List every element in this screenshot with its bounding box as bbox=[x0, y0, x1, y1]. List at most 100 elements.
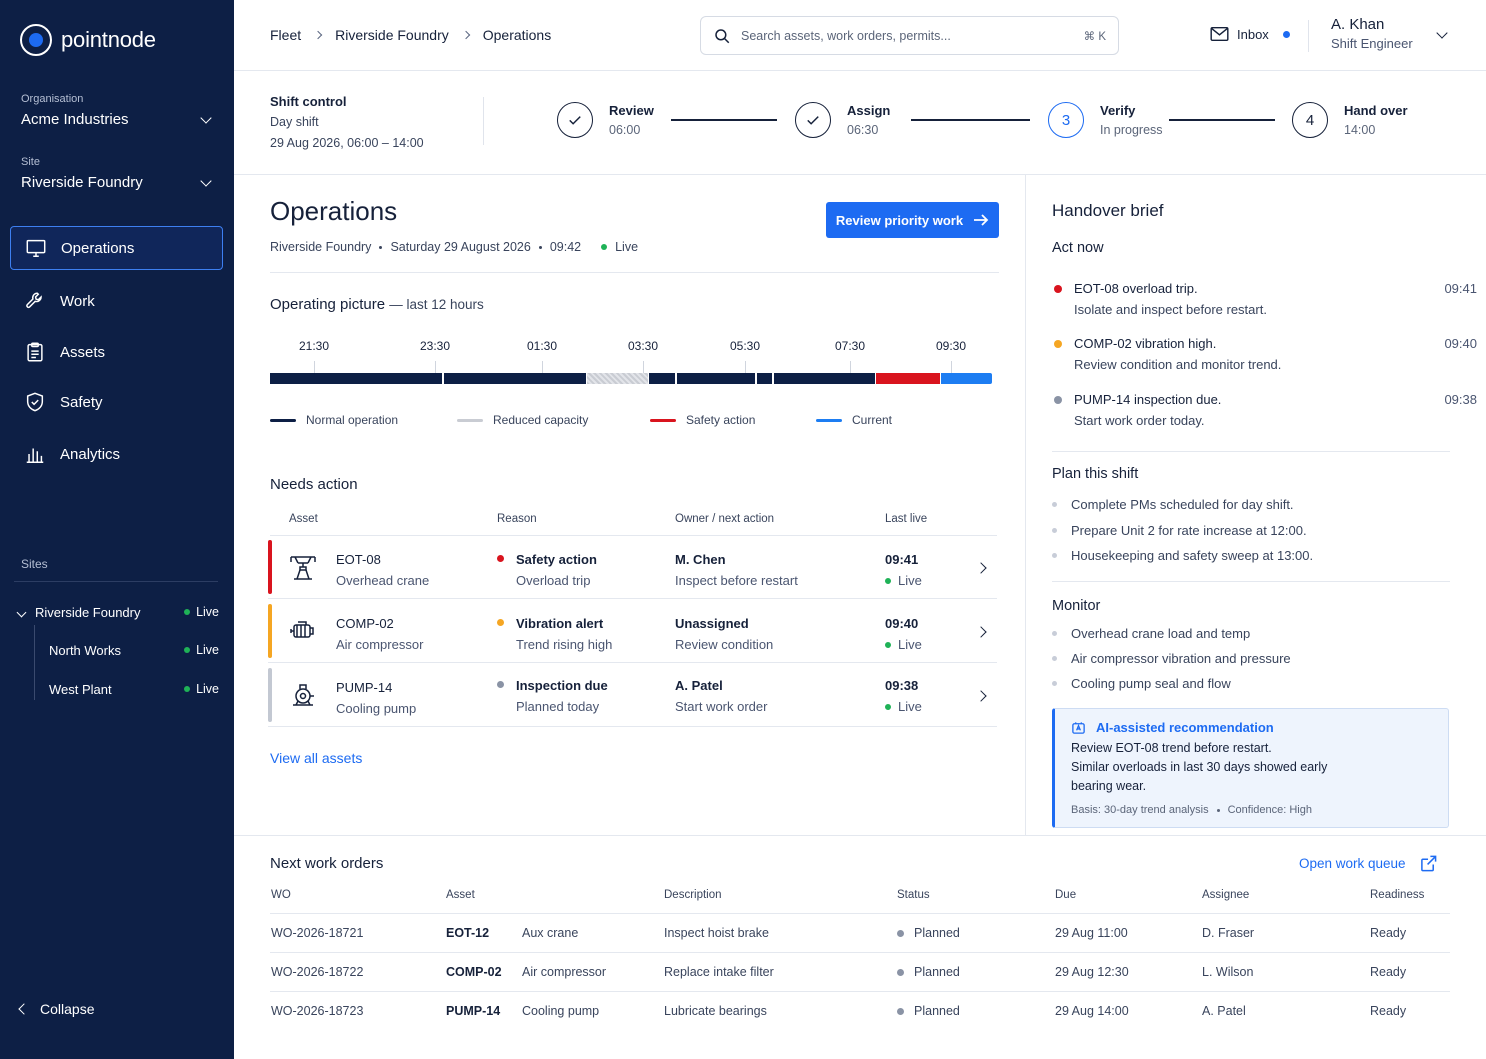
readiness[interactable]: Ready bbox=[1370, 965, 1406, 979]
act-headline: EOT-08 overload trip. bbox=[1074, 281, 1198, 296]
site-tree-item-west[interactable]: West Plant Live bbox=[14, 679, 219, 699]
severity-dot bbox=[497, 555, 504, 562]
act-time: 09:40 bbox=[1444, 336, 1477, 351]
act-now-item[interactable]: PUMP-14 inspection due. Start work order… bbox=[1052, 389, 1477, 431]
shift-info: Shift control Day shift 29 Aug 2026, 06:… bbox=[270, 91, 424, 154]
operating-timeline[interactable] bbox=[270, 373, 992, 384]
search-placeholder: Search assets, work orders, permits... bbox=[741, 28, 951, 43]
column-header: Asset bbox=[446, 889, 475, 901]
act-now-item[interactable]: COMP-02 vibration high. Review condition… bbox=[1052, 333, 1477, 375]
act-now-item[interactable]: EOT-08 overload trip. Isolate and inspec… bbox=[1052, 278, 1477, 320]
user-role: Shift Engineer bbox=[1331, 36, 1413, 51]
wo-link[interactable]: WO-2026-18723 bbox=[271, 1004, 363, 1018]
severity-bar bbox=[268, 668, 272, 722]
nav-item-work[interactable]: Work bbox=[10, 279, 223, 323]
inbox-label: Inbox bbox=[1237, 26, 1269, 42]
chevron-down-icon[interactable] bbox=[1436, 27, 1448, 39]
wo-link[interactable]: WO-2026-18721 bbox=[271, 926, 363, 940]
ai-recommendation-card[interactable]: AI-assisted recommendation Review EOT-08… bbox=[1052, 708, 1449, 828]
tick-mark bbox=[542, 361, 543, 373]
step-verify[interactable]: 3 Verify In progress bbox=[1048, 102, 1163, 138]
needs-action-row[interactable]: PUMP-14 Cooling pump Inspection due Planne… bbox=[268, 664, 997, 727]
status-text: Live bbox=[196, 643, 219, 657]
sites-caption: Sites bbox=[21, 557, 48, 571]
status-text: Live bbox=[196, 682, 219, 696]
table-row[interactable]: WO-2026-18723 PUMP-14 Cooling pump Lubri… bbox=[270, 991, 1450, 1030]
ai-line: bearing wear. bbox=[1071, 779, 1147, 793]
open-work-queue-link[interactable]: Open work queue bbox=[1299, 855, 1437, 872]
last-live-time: 09:41 bbox=[885, 552, 919, 567]
next-action: Start work order bbox=[675, 699, 768, 714]
breadcrumb-item[interactable]: Fleet bbox=[270, 27, 301, 43]
sidebar: pointnode Organisation Acme Industries S… bbox=[0, 0, 234, 1059]
organisation-caption: Organisation bbox=[21, 93, 84, 105]
divider bbox=[1052, 451, 1450, 452]
readiness[interactable]: Ready bbox=[1370, 926, 1406, 940]
chevron-right-icon[interactable] bbox=[975, 626, 987, 638]
asset-type: Aux crane bbox=[522, 926, 579, 940]
site-tree-item-north[interactable]: North Works Live bbox=[14, 640, 219, 660]
breadcrumb-item[interactable]: Riverside Foundry bbox=[335, 27, 449, 43]
needs-action-row[interactable]: EOT-08 Overhead crane Safety action Overlo… bbox=[268, 536, 997, 599]
wo-link[interactable]: WO-2026-18722 bbox=[271, 965, 363, 979]
nav-item-safety[interactable]: Safety bbox=[10, 380, 223, 424]
ai-line: Similar overloads in last 30 days showed… bbox=[1071, 760, 1328, 774]
arrow-right-icon bbox=[974, 214, 989, 226]
segment-normal bbox=[774, 373, 875, 384]
step-hand-over[interactable]: 4 Hand over 14:00 bbox=[1292, 102, 1408, 138]
asset-id: EOT-12 bbox=[446, 926, 490, 940]
inbox-button[interactable]: Inbox bbox=[1210, 26, 1290, 42]
button-label: Review priority work bbox=[835, 212, 964, 228]
site-name: Riverside Foundry bbox=[35, 604, 141, 620]
nav-item-assets[interactable]: Assets bbox=[10, 330, 223, 374]
step-label: Assign bbox=[847, 103, 891, 118]
legend-item: Current bbox=[816, 413, 892, 427]
site-selector[interactable]: Site Riverside Foundry bbox=[21, 156, 216, 191]
needs-action-row[interactable]: COMP-02 Air compressor Vibration alert Tre… bbox=[268, 600, 997, 663]
tick-mark bbox=[435, 361, 436, 373]
top-bar: Fleet Riverside Foundry Operations Searc… bbox=[234, 0, 1486, 71]
nav-item-operations[interactable]: Operations bbox=[10, 226, 223, 270]
live-status: Live bbox=[898, 637, 922, 652]
breadcrumb: Fleet Riverside Foundry Operations bbox=[270, 27, 551, 43]
table-row[interactable]: WO-2026-18722 COMP-02 Air compressor Rep… bbox=[270, 952, 1450, 991]
user-menu[interactable]: A. Khan Shift Engineer bbox=[1331, 16, 1413, 51]
assignee: D. Fraser bbox=[1202, 926, 1255, 940]
logo[interactable]: pointnode bbox=[20, 24, 156, 56]
organisation-selector[interactable]: Organisation Acme Industries bbox=[21, 93, 216, 128]
nav-label: Analytics bbox=[60, 445, 121, 463]
page-title: Operations bbox=[270, 196, 398, 226]
nav-label: Safety bbox=[60, 393, 103, 411]
table-row[interactable]: WO-2026-18721 EOT-12 Aux crane Inspect h… bbox=[270, 913, 1450, 952]
status-badge: Live bbox=[184, 682, 219, 696]
unread-dot bbox=[1282, 30, 1290, 38]
chevron-left-icon bbox=[18, 1003, 30, 1015]
nav-item-analytics[interactable]: Analytics bbox=[10, 432, 223, 476]
meta-site: Riverside Foundry bbox=[270, 240, 372, 254]
review-priority-work-button[interactable]: Review priority work bbox=[826, 202, 999, 238]
tick-label: 03:30 bbox=[627, 339, 659, 353]
app-name: pointnode bbox=[61, 27, 156, 52]
reason-detail: Planned today bbox=[516, 699, 600, 714]
column-header: Asset bbox=[289, 513, 318, 525]
collapse-button[interactable]: Collapse bbox=[18, 1001, 94, 1017]
handover-brief-panel: Handover brief Act now EOT-08 overload t… bbox=[1026, 175, 1486, 835]
site-value: Riverside Foundry bbox=[21, 174, 143, 191]
section-title: Next work orders bbox=[270, 855, 384, 872]
act-time: 09:38 bbox=[1444, 392, 1477, 407]
site-caption: Site bbox=[21, 156, 40, 168]
search-input[interactable]: Search assets, work orders, permits... ⌘… bbox=[700, 16, 1119, 55]
chevron-right-icon[interactable] bbox=[975, 562, 987, 574]
plan-title: Plan this shift bbox=[1052, 466, 1139, 482]
readiness[interactable]: Ready bbox=[1370, 1004, 1406, 1018]
divider bbox=[1052, 581, 1450, 582]
asset-type: Overhead crane bbox=[336, 573, 430, 588]
step-review[interactable]: Review 06:00 bbox=[557, 102, 654, 138]
tick-label: 01:30 bbox=[526, 339, 558, 353]
segment-current bbox=[941, 373, 992, 384]
site-tree-item-riverside[interactable]: Riverside Foundry Live bbox=[14, 602, 219, 622]
chevron-right-icon[interactable] bbox=[975, 690, 987, 702]
legend-item: Reduced capacity bbox=[457, 413, 588, 427]
step-assign[interactable]: Assign 06:30 bbox=[795, 102, 890, 138]
view-all-assets-link[interactable]: View all assets bbox=[270, 750, 362, 766]
